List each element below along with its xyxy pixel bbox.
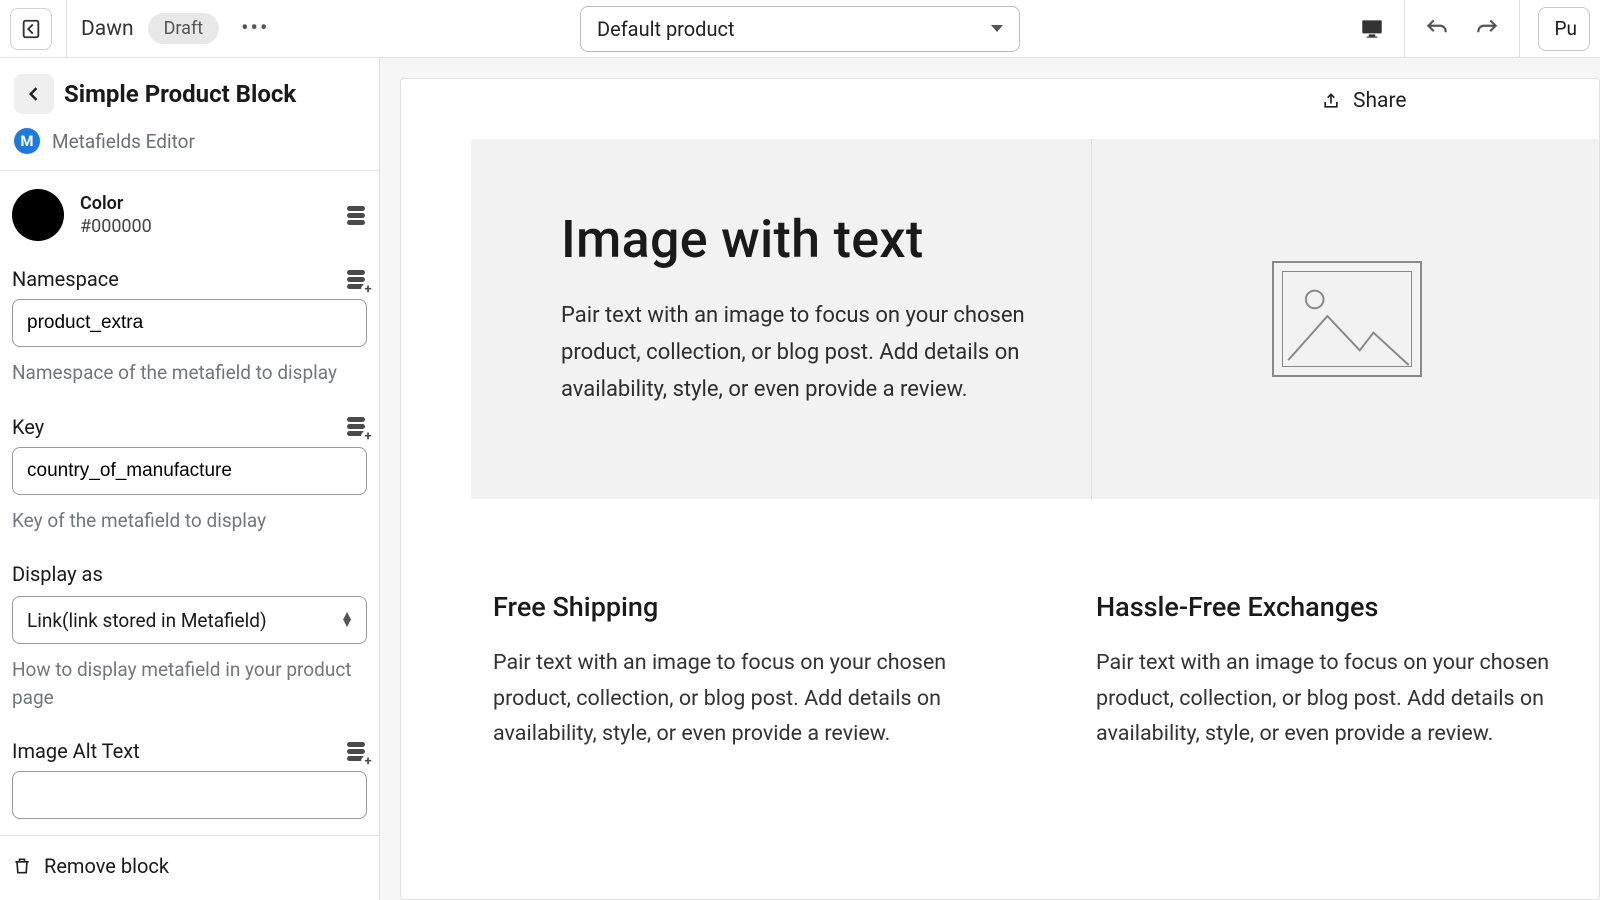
multicolumn-section: Free Shipping Pair text with an image to… bbox=[471, 499, 1599, 752]
preview-template-select[interactable]: Default product bbox=[580, 6, 1020, 52]
undo-button[interactable] bbox=[1415, 7, 1459, 51]
publish-button[interactable]: Pu bbox=[1538, 7, 1590, 51]
color-swatch[interactable] bbox=[12, 189, 64, 241]
preview-area: Share Image with text Pair text with an … bbox=[380, 58, 1600, 900]
namespace-label: Namespace bbox=[12, 267, 119, 291]
display-as-value: Link(link stored in Metafield) bbox=[27, 609, 267, 632]
undo-icon bbox=[1424, 16, 1450, 42]
dynamic-source-add-button[interactable] bbox=[345, 270, 367, 289]
divider bbox=[1519, 0, 1520, 58]
select-arrows-icon: ▲▼ bbox=[340, 613, 354, 627]
display-as-help: How to display metafield in your product… bbox=[12, 656, 367, 711]
sidebar-subtitle: Metafields Editor bbox=[52, 130, 195, 153]
remove-block-label: Remove block bbox=[44, 854, 169, 878]
display-as-label: Display as bbox=[12, 562, 367, 586]
picture-icon bbox=[1283, 272, 1411, 366]
publish-label: Pu bbox=[1555, 17, 1577, 40]
divider bbox=[1404, 0, 1405, 58]
column-title: Free Shipping bbox=[493, 591, 996, 623]
chevron-left-icon bbox=[24, 84, 44, 104]
more-button[interactable]: ••• bbox=[237, 12, 273, 45]
key-label: Key bbox=[12, 415, 44, 439]
exit-icon bbox=[20, 18, 42, 40]
iwt-title: Image with text bbox=[561, 209, 1051, 270]
alt-text-label: Image Alt Text bbox=[12, 739, 140, 763]
exit-button[interactable] bbox=[10, 8, 52, 50]
color-label: Color bbox=[80, 193, 329, 214]
dynamic-source-add-button[interactable] bbox=[345, 742, 367, 761]
chevron-down-icon bbox=[991, 25, 1003, 32]
desktop-icon bbox=[1359, 16, 1385, 42]
alt-text-input[interactable] bbox=[12, 771, 367, 819]
divider bbox=[66, 0, 67, 58]
color-hex-value: #000000 bbox=[80, 216, 329, 237]
share-button[interactable]: Share bbox=[1321, 79, 1599, 139]
display-as-select[interactable]: Link(link stored in Metafield) ▲▼ bbox=[12, 596, 367, 644]
trash-icon bbox=[12, 855, 32, 877]
top-bar: Dawn Draft ••• Default product Pu bbox=[0, 0, 1600, 58]
image-placeholder bbox=[1272, 261, 1422, 377]
iwt-body: Pair text with an image to focus on your… bbox=[561, 298, 1051, 409]
dynamic-source-add-button[interactable] bbox=[345, 417, 367, 436]
namespace-input[interactable] bbox=[12, 299, 367, 347]
sidebar-title: Simple Product Block bbox=[64, 80, 296, 108]
redo-button[interactable] bbox=[1465, 7, 1509, 51]
key-input[interactable] bbox=[12, 447, 367, 495]
namespace-help: Namespace of the metafield to display bbox=[12, 359, 367, 387]
dynamic-source-button[interactable] bbox=[345, 206, 367, 225]
column-item: Hassle-Free Exchanges Pair text with an … bbox=[1096, 591, 1599, 752]
share-label: Share bbox=[1353, 89, 1407, 113]
redo-icon bbox=[1474, 16, 1500, 42]
settings-sidebar: Simple Product Block M Metafields Editor… bbox=[0, 58, 380, 900]
app-badge: M bbox=[14, 128, 40, 154]
preview-template-label: Default product bbox=[597, 17, 991, 41]
remove-block-button[interactable]: Remove block bbox=[0, 835, 379, 900]
back-button[interactable] bbox=[14, 74, 54, 114]
theme-name: Dawn bbox=[81, 17, 134, 41]
column-item: Free Shipping Pair text with an image to… bbox=[493, 591, 996, 752]
key-help: Key of the metafield to display bbox=[12, 507, 367, 535]
image-with-text-section: Image with text Pair text with an image … bbox=[471, 139, 1600, 499]
share-icon bbox=[1321, 91, 1341, 111]
column-body: Pair text with an image to focus on your… bbox=[493, 645, 996, 752]
column-title: Hassle-Free Exchanges bbox=[1096, 591, 1599, 623]
status-badge: Draft bbox=[148, 13, 220, 44]
preview-page: Share Image with text Pair text with an … bbox=[400, 78, 1600, 900]
desktop-view-button[interactable] bbox=[1350, 7, 1394, 51]
column-body: Pair text with an image to focus on your… bbox=[1096, 645, 1599, 752]
